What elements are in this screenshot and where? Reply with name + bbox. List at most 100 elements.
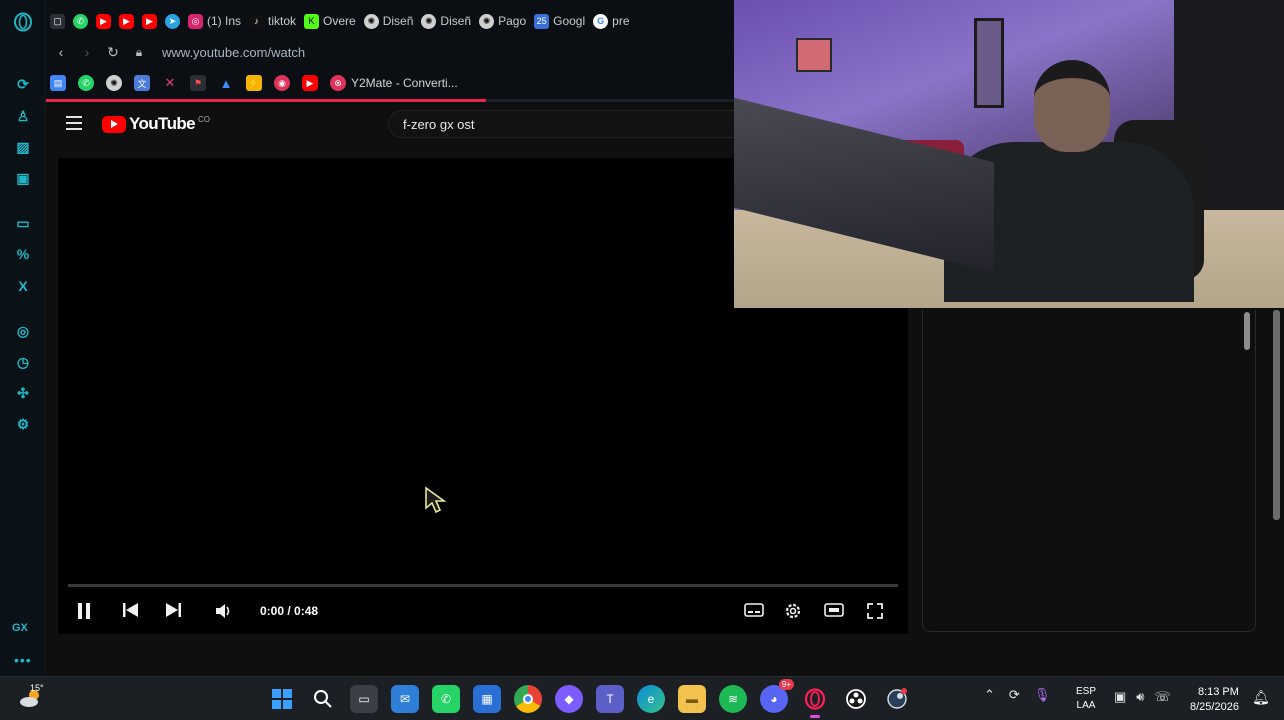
search-icon[interactable] [309,685,337,713]
chrome-icon[interactable] [514,685,542,713]
flag-icon[interactable]: ⚑ [190,75,206,91]
spotify-icon[interactable]: ≋ [719,685,747,713]
address-bar: ‹ › ↻ 🔒︎ www.youtube.com/watch [46,38,734,66]
gx-label-icon[interactable]: GX [12,622,28,634]
clock-time: 8:13 PM [1197,686,1239,698]
video-time: 0:00 / 0:48 [260,604,319,618]
triangle-icon[interactable]: ▲ [218,75,234,91]
chatgpt-icon: ✺ [421,13,437,29]
back-arrow-icon[interactable]: ‹ [50,44,72,60]
network-icon: ▣ [1114,689,1127,704]
youtube-logo[interactable]: YouTube CO [102,114,210,134]
whatsapp-icon[interactable]: ✆ [78,75,94,91]
tab-7[interactable]: ♪ tiktok [249,13,296,29]
reload-icon[interactable]: ↻ [102,44,124,61]
player-icon[interactable]: ◎ [13,321,33,341]
quick-settings[interactable]: ▣ 🔊︎ ☏ [1114,689,1171,705]
youtube-icon[interactable]: ▶ [302,75,318,91]
tab-0-icon: ▢ [50,13,65,29]
obs-icon[interactable] [842,685,870,713]
menu-hamburger-icon[interactable] [66,116,82,134]
percent-icon[interactable]: % [13,244,33,264]
task-view-icon[interactable]: ▭ [350,685,378,713]
language-indicator[interactable]: ESP LAA [1076,685,1096,713]
store-icon[interactable]: ▦ [473,685,501,713]
theater-mode-icon[interactable] [824,602,844,623]
windows-taskbar: 15° ▭ ✉ ✆ ▦ ◆ T e ▬ ≋ ◕ 9+ ⌃ ⟳ 🎙︎ ESP LA… [0,676,1284,720]
pause-icon[interactable] [76,602,92,625]
google-icon: G [593,13,609,29]
chatgpt-icon: ✺ [363,13,379,29]
news-icon[interactable]: ▣ [13,168,33,188]
tab-8[interactable]: K Overe [304,13,356,29]
settings-gear-icon[interactable]: ⚙ [13,414,33,434]
whatsapp-icon: ✆ [73,13,88,29]
whatsapp-icon[interactable]: ✆ [432,685,460,713]
tab-9[interactable]: ✺ Diseñ [363,13,413,29]
youtube-logo-text: YouTube [129,114,196,133]
history-icon[interactable]: ◷ [13,352,33,372]
opera-logo-icon[interactable] [13,12,33,32]
file-explorer-icon[interactable]: ▬ [678,685,706,713]
kick-icon: K [304,13,320,29]
translate-icon[interactable]: 文 [134,75,150,91]
tab-13[interactable]: Gpre [593,13,630,29]
instagram-icon: ◎ [188,13,203,29]
chatgpt-icon[interactable]: ✺ [106,75,122,91]
fullscreen-icon[interactable] [866,602,884,625]
taskbar-clock[interactable]: 8:13 PM 8/25/2026 [1190,685,1239,715]
tab-10[interactable]: ✺ Diseñ [421,13,471,29]
side-panel-scrollbar[interactable] [1244,312,1250,350]
outlook-icon[interactable]: ✉ [391,685,419,713]
video-progress-bar[interactable] [68,584,898,587]
screen: ⟳ ♙ ▨ ▣ ▭ % X ◎ ◷ ✣ ⚙ GX ••• ▢ ✆ ▶ ▶ ▶ ➤… [0,0,1284,720]
edge-icon[interactable]: e [637,685,665,713]
discord-icon[interactable]: ◕ 9+ [760,679,794,713]
crossed-icon[interactable]: ✕ [162,75,178,91]
bolt-icon[interactable]: ⚡ [246,75,262,91]
url-field[interactable]: www.youtube.com/watch [162,45,305,60]
twitch-icon[interactable]: ▭ [13,213,33,233]
teams-icon[interactable]: T [596,685,624,713]
windows-start-icon[interactable] [268,685,296,713]
more-dots-icon[interactable]: ••• [14,652,32,668]
gx-corner-icon[interactable]: ♙ [13,106,33,126]
search-input[interactable]: f-zero gx ost [388,110,748,138]
tab-3[interactable]: ▶ [119,13,134,29]
tab-6[interactable]: ◎ (1) Ins [188,13,241,29]
brave-icon[interactable]: ◆ [555,685,583,713]
tab-0[interactable]: ▢ [50,13,65,29]
tab-4[interactable]: ▶ [142,13,157,29]
settings-gear-icon[interactable] [784,602,802,625]
tab-2[interactable]: ▶ [96,13,111,29]
lock-icon[interactable]: 🔒︎ [128,45,150,60]
tab-13-label: pre [612,14,630,28]
subtitles-icon[interactable] [744,602,764,623]
forward-arrow-icon[interactable]: › [76,44,98,60]
bookmark-y2mate[interactable]: ⊗ Y2Mate - Converti... [330,75,458,91]
language-bottom: LAA [1076,700,1096,711]
tab-12[interactable]: 25 Googl [534,13,585,29]
tab-1[interactable]: ✆ [73,13,88,29]
sync-icon[interactable]: ⟳ [1009,687,1020,703]
gx-cleaner-icon[interactable]: ▨ [13,137,33,157]
volume-icon[interactable] [214,602,232,625]
record-icon[interactable]: ◉ [274,75,290,91]
steam-icon[interactable] [883,685,911,713]
docs-icon[interactable]: ▤ [50,75,66,91]
webcam-person-head [1034,60,1110,152]
next-icon[interactable] [164,602,182,623]
page-scrollbar[interactable] [1273,310,1280,520]
clock-date: 8/25/2026 [1190,701,1239,713]
previous-icon[interactable] [122,602,140,623]
chevron-up-icon[interactable]: ⌃ [984,687,995,703]
opera-gx-icon[interactable] [801,685,829,718]
extensions-icon[interactable]: ✣ [13,383,33,403]
tiktok-icon: ♪ [249,13,265,29]
microphone-icon[interactable]: 🎙︎ [1034,687,1051,703]
gx-control-icon[interactable]: ⟳ [13,74,33,94]
tab-5[interactable]: ➤ [165,13,180,29]
tab-11[interactable]: ✺ Pago [479,13,526,29]
x-twitter-icon[interactable]: X [13,276,33,296]
notification-bell-icon[interactable]: 🔔︎ [1252,689,1270,706]
